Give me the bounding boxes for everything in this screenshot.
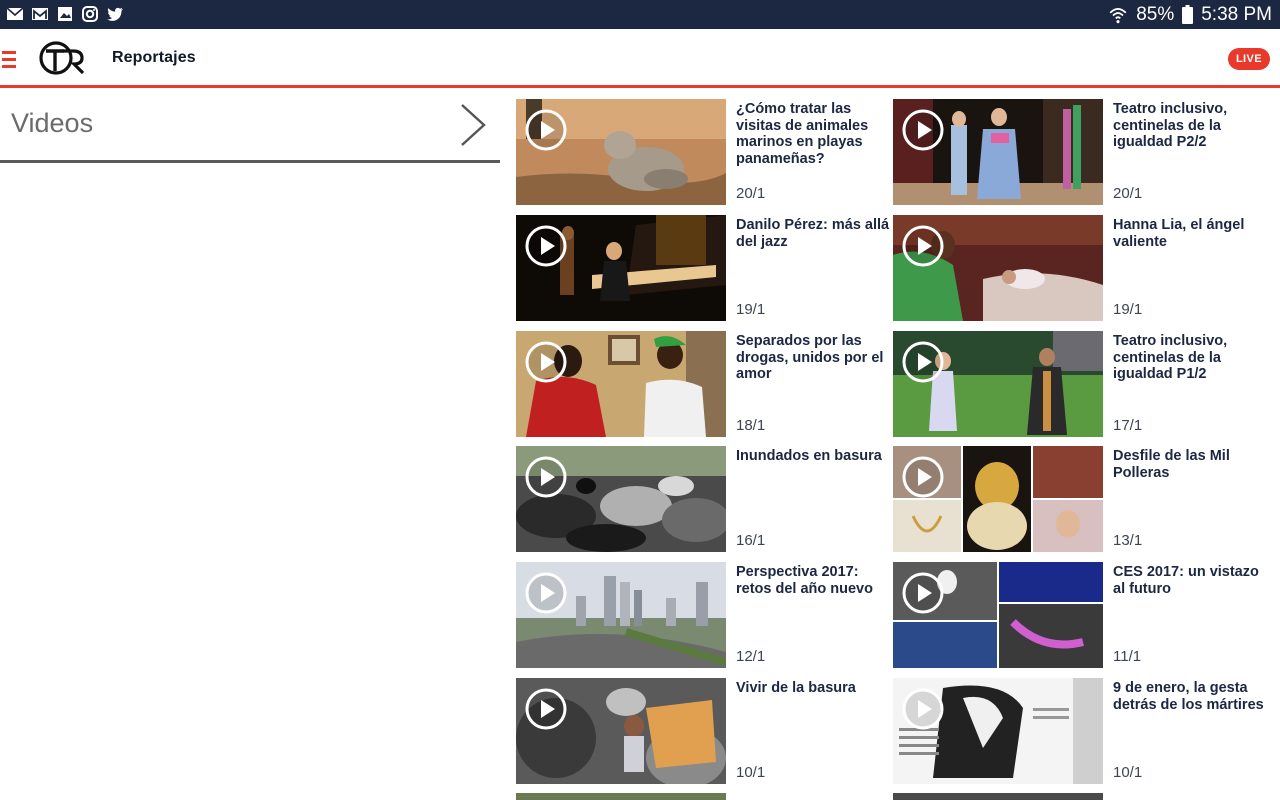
video-date: 11/1 — [1113, 648, 1142, 665]
video-date: 17/1 — [1113, 417, 1143, 434]
videos-title: Videos — [11, 108, 94, 138]
video-thumbnail — [516, 446, 726, 552]
chevron-right-icon — [461, 104, 486, 146]
video-thumbnail — [893, 562, 1103, 668]
image-icon — [58, 7, 72, 21]
video-card[interactable]: Separados por las drogas, unidos por el … — [516, 331, 894, 437]
video-title: Vivir de la basura — [736, 680, 856, 696]
status-right: 85% 5:38 PM — [1108, 2, 1272, 27]
play-icon — [525, 225, 567, 267]
video-title: CES 2017: un vistazo al futuro — [1113, 564, 1259, 597]
play-icon — [902, 225, 944, 267]
video-title: Desfile de las Mil Polleras — [1113, 448, 1230, 481]
play-icon — [902, 341, 944, 383]
video-thumbnail — [516, 562, 726, 668]
video-thumbnail — [893, 215, 1103, 321]
video-card[interactable]: Danilo Pérez: más allá del jazz 19/1 — [516, 215, 894, 321]
video-thumbnail — [516, 331, 726, 437]
play-icon — [902, 109, 944, 151]
hamburger-line — [2, 65, 16, 68]
video-card[interactable]: Inundados en basura 16/1 — [516, 446, 894, 552]
page-title: Reportajes — [112, 49, 196, 66]
instagram-icon — [82, 6, 98, 22]
menu-button[interactable] — [2, 49, 18, 69]
video-title: Danilo Pérez: más allá del jazz — [736, 217, 890, 250]
video-date: 12/1 — [736, 648, 766, 665]
play-icon — [525, 688, 567, 730]
video-thumbnail — [516, 678, 726, 784]
play-icon — [902, 688, 944, 730]
video-card[interactable]: Desfile de las Mil Polleras 13/1 — [893, 446, 1271, 552]
play-icon — [902, 572, 944, 614]
video-card[interactable]: 9 de enero, la gesta detrás de los márti… — [893, 678, 1271, 784]
video-thumbnail — [516, 215, 726, 321]
video-title: ¿Cómo tratar las visitas de animales mar… — [736, 101, 869, 167]
mail-icon — [6, 7, 24, 20]
video-date: 10/1 — [1113, 764, 1143, 781]
video-title: Perspectiva 2017: retos del año nuevo — [736, 564, 873, 597]
video-date: 19/1 — [736, 301, 766, 318]
wifi-icon — [1109, 7, 1127, 23]
video-title: Separados por las drogas, unidos por el … — [736, 333, 884, 382]
notification-icons — [6, 5, 124, 23]
tvn-logo[interactable] — [38, 40, 86, 76]
video-title: Teatro inclusivo, centinelas de la igual… — [1113, 101, 1228, 150]
twitter-icon — [107, 7, 123, 21]
video-date: 16/1 — [736, 532, 766, 549]
video-card-partial[interactable] — [893, 793, 1271, 800]
live-button[interactable]: LIVE — [1227, 48, 1270, 70]
play-icon — [902, 456, 944, 498]
battery-icon — [1182, 5, 1194, 24]
play-icon — [525, 456, 567, 498]
video-date: 20/1 — [1113, 185, 1143, 202]
video-title: Teatro inclusivo, centinelas de la igual… — [1113, 333, 1228, 382]
video-card-partial[interactable] — [516, 793, 894, 800]
video-thumbnail — [516, 99, 726, 205]
video-card[interactable]: Vivir de la basura 10/1 — [516, 678, 894, 784]
play-icon — [525, 572, 567, 614]
video-thumbnail — [893, 331, 1103, 437]
video-title: 9 de enero, la gesta detrás de los márti… — [1113, 680, 1264, 713]
video-thumbnail — [893, 99, 1103, 205]
video-card[interactable]: Hanna Lia, el ángel valiente 19/1 — [893, 215, 1271, 321]
app-header: Reportajes LIVE — [0, 29, 1280, 88]
video-date: 13/1 — [1113, 532, 1143, 549]
clock: 5:38 PM — [1201, 3, 1272, 25]
videos-category-row[interactable]: Videos — [0, 91, 500, 163]
video-card[interactable]: Teatro inclusivo, centinelas de la igual… — [893, 99, 1271, 205]
video-card[interactable]: CES 2017: un vistazo al futuro 11/1 — [893, 562, 1271, 668]
video-card[interactable]: Teatro inclusivo, centinelas de la igual… — [893, 331, 1271, 437]
video-thumbnail — [893, 678, 1103, 784]
video-thumbnail — [893, 446, 1103, 552]
hamburger-line — [2, 58, 16, 61]
gmail-icon — [32, 8, 48, 20]
play-icon — [525, 341, 567, 383]
play-icon — [525, 109, 567, 151]
video-card[interactable]: Perspectiva 2017: retos del año nuevo 12… — [516, 562, 894, 668]
battery-percent: 85% — [1136, 3, 1175, 25]
video-card[interactable]: ¿Cómo tratar las visitas de animales mar… — [516, 99, 894, 205]
video-date: 19/1 — [1113, 301, 1143, 318]
video-thumbnail — [516, 793, 726, 800]
hamburger-icon — [2, 51, 16, 54]
video-date: 20/1 — [736, 185, 766, 202]
status-bar: 85% 5:38 PM — [0, 0, 1280, 29]
video-date: 10/1 — [736, 764, 766, 781]
video-title: Hanna Lia, el ángel valiente — [1113, 217, 1245, 250]
video-date: 18/1 — [736, 417, 766, 434]
video-thumbnail — [893, 793, 1103, 800]
video-title: Inundados en basura — [736, 448, 882, 464]
